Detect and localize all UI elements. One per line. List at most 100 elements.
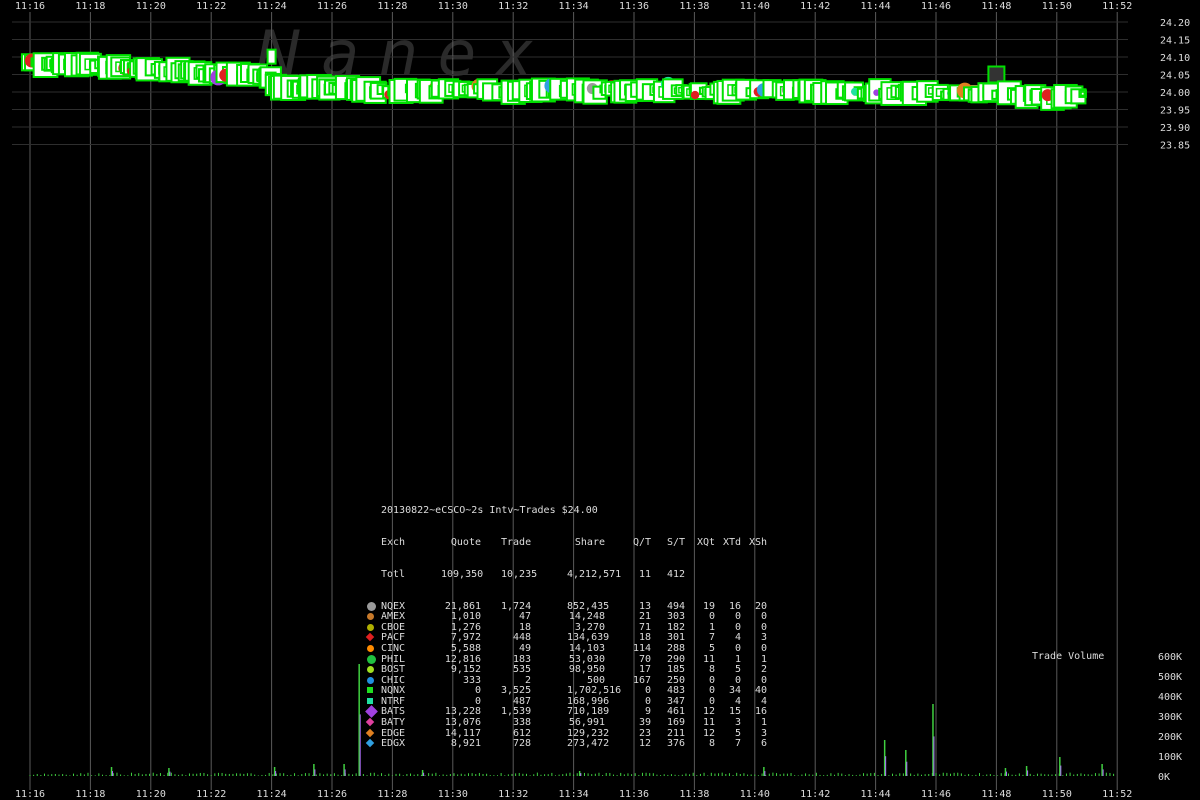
exchange-marker-icon (365, 728, 375, 737)
x-tick-label-top: 11:26 (317, 1, 347, 12)
y-tick-label: 23.85 (1160, 141, 1190, 152)
stats-row-cell: EDGX (381, 738, 406, 750)
stats-total-cell: 4,212,571 (567, 568, 622, 580)
x-tick-label-top: 11:20 (136, 1, 166, 12)
x-tick-label-top: 11:52 (1102, 1, 1132, 12)
stats-total-cell: 10,235 (501, 568, 538, 580)
x-tick-label-bottom: 11:38 (679, 789, 709, 800)
exchange-marker-icon (365, 717, 375, 727)
stats-row-cell: 114 (632, 642, 651, 654)
stats-header-cell: Quote (450, 536, 481, 548)
volume-tick-label: 0K (1158, 772, 1170, 783)
x-tick-label-bottom: 11:34 (559, 789, 589, 800)
exchange-marker-icon (367, 623, 374, 631)
stats-title-text: 20130822~eCSCO~2s Intv~Trades $24.00 (381, 505, 598, 517)
exchange-trade-dot (690, 90, 700, 100)
stats-total-cell: 11 (638, 568, 651, 580)
x-tick-label-bottom: 11:46 (921, 789, 951, 800)
stats-header-cell: Share (574, 536, 605, 548)
x-tick-label-top: 11:50 (1042, 1, 1072, 12)
stats-total-cell: 412 (666, 568, 685, 580)
y-tick-label: 24.05 (1160, 71, 1190, 82)
y-tick-label: 24.00 (1160, 88, 1190, 99)
stats-total-row: Totl 109,350 10,235 4,212,571 11 412 (367, 569, 685, 581)
exchange-marker-icon (367, 697, 373, 704)
stats-header-cell: Trade (501, 536, 532, 548)
stats-row-cell: 5 (708, 642, 715, 654)
x-tick-label-bottom: 11:40 (740, 789, 770, 800)
stats-row-cell: 8,921 (450, 738, 481, 750)
x-tick-label-top: 11:24 (257, 1, 287, 12)
x-tick-label-bottom: 11:50 (1042, 789, 1072, 800)
stats-header-row: Exch Quote Trade Share Q/T S/T XQt XTd XSh (367, 537, 767, 549)
stats-row-cinc: CINC 5,588 49 14,103 114 288 5 0 0 (367, 643, 767, 655)
spike-trade-marker (987, 65, 1006, 84)
x-tick-label-bottom: 11:30 (438, 789, 468, 800)
exchange-marker-icon (367, 666, 374, 674)
x-tick-label-bottom: 11:28 (377, 789, 407, 800)
exchange-marker-icon (367, 676, 374, 684)
exchange-marker-icon (367, 687, 373, 694)
x-tick-label-bottom: 11:32 (498, 789, 528, 800)
stats-row-cell: 728 (512, 738, 531, 750)
stats-row-cell: 6 (760, 738, 767, 750)
trade-markers (20, 51, 1087, 111)
exchange-marker-icon (367, 613, 374, 621)
stats-row-cell: 8 (708, 738, 715, 750)
x-tick-label-bottom: 11:18 (75, 789, 105, 800)
x-tick-label-top: 11:48 (981, 1, 1011, 12)
y-tick-label: 23.90 (1160, 123, 1190, 134)
volume-tick-label: 500K (1158, 672, 1182, 683)
stats-row-edgx: EDGX 8,921 728 273,472 12 376 8 7 6 (365, 739, 767, 750)
stats-body: NQEX 21,861 1,724 852,435 13 494 19 16 20 AMEX 1,0… (365, 601, 767, 750)
x-tick-label-top: 11:34 (559, 1, 589, 12)
x-tick-label-bottom: 11:44 (861, 789, 891, 800)
stats-table: 20130822~eCSCO~2s Intv~Trades $24.00 Exc… (365, 485, 767, 760)
stats-header-cell: Exch (381, 536, 406, 548)
stats-total-cell: Totl (381, 568, 406, 580)
exchange-marker-icon (367, 654, 376, 664)
x-tick-label-top: 11:16 (15, 1, 45, 12)
stats-row-cell: 376 (666, 738, 685, 750)
x-tick-label-top: 11:40 (740, 1, 770, 12)
x-tick-label-top: 11:42 (800, 1, 830, 12)
volume-tick-label: 400K (1158, 692, 1182, 703)
y-tick-label: 23.95 (1160, 106, 1190, 117)
x-tick-label-bottom: 11:48 (981, 789, 1011, 800)
x-tick-label-top: 11:28 (377, 1, 407, 12)
y-tick-label: 24.10 (1160, 53, 1190, 64)
x-tick-label-bottom: 11:52 (1102, 789, 1132, 800)
x-tick-label-top: 11:44 (861, 1, 891, 12)
stats-title: 20130822~eCSCO~2s Intv~Trades $24.00 (367, 506, 598, 517)
stats-header-cell: XSh (749, 536, 768, 548)
x-tick-label-bottom: 11:20 (136, 789, 166, 800)
stats-row-cell: 0 (734, 642, 741, 654)
stats-row-cell: 288 (666, 642, 685, 654)
x-tick-label-top: 11:30 (438, 1, 468, 12)
y-tick-label: 24.20 (1160, 18, 1190, 29)
stats-header-cell: XQt (697, 536, 716, 548)
stats-row-cell: 273,472 (567, 738, 610, 750)
exchange-marker-icon (365, 633, 375, 642)
exchange-marker-icon (365, 739, 375, 748)
exchange-marker-icon (365, 705, 378, 719)
stats-header-cell: XTd (723, 536, 742, 548)
stats-row-cell: CINC (381, 642, 406, 654)
x-tick-label-top: 11:18 (75, 1, 105, 12)
stats-row-cell: 14,103 (568, 642, 605, 654)
x-tick-label-top: 11:36 (619, 1, 649, 12)
x-tick-label-bottom: 11:26 (317, 789, 347, 800)
volume-tick-label: 300K (1158, 712, 1182, 723)
x-tick-label-bottom: 11:42 (800, 789, 830, 800)
x-tick-label-bottom: 11:22 (196, 789, 226, 800)
stats-row-cell: 7 (734, 738, 741, 750)
outlier-trade-marker (266, 48, 277, 65)
exchange-marker-icon (367, 644, 374, 652)
stats-row-cell: 0 (760, 642, 767, 654)
y-tick-label: 24.15 (1160, 36, 1190, 47)
stats-total-cell: 109,350 (441, 568, 484, 580)
x-tick-label-top: 11:32 (498, 1, 528, 12)
x-tick-label-top: 11:38 (679, 1, 709, 12)
stats-header-cell: S/T (666, 536, 685, 548)
x-tick-label-top: 11:22 (196, 1, 226, 12)
